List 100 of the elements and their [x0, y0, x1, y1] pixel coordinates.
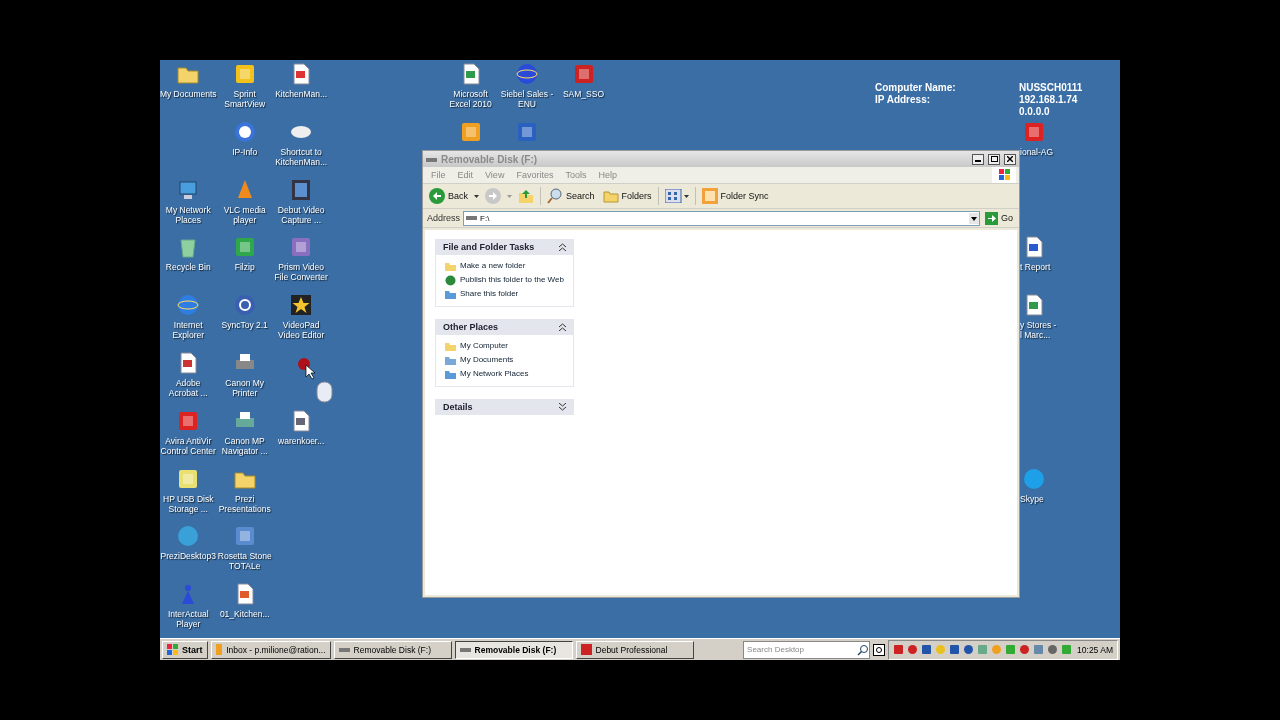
icon-label[interactable]: HP USB Disk Storage ... [163, 493, 214, 514]
folders-button[interactable]: Folders [600, 188, 654, 204]
task-link[interactable]: Make a new folder [445, 261, 565, 272]
sync-app-icon [701, 188, 718, 204]
views-icon [664, 189, 689, 203]
dropdown-icon[interactable] [969, 212, 979, 224]
close-button[interactable] [1004, 153, 1016, 165]
back-button[interactable]: Back [427, 187, 470, 205]
task-pane-header[interactable]: Details [435, 399, 574, 415]
views-button[interactable] [662, 188, 691, 204]
start-button[interactable]: Start [162, 640, 208, 659]
icon-label[interactable]: My Documents [160, 89, 217, 99]
task-link[interactable]: My Network Places [445, 369, 565, 380]
icon-label[interactable]: Canon My Printer [225, 378, 265, 398]
tray-icon[interactable] [1061, 644, 1073, 655]
icon-label[interactable]: Avira AntiVir Control Center [160, 435, 216, 456]
place-icon [445, 341, 456, 352]
menu-item[interactable]: Edit [452, 170, 479, 180]
task-link[interactable]: Share this folder [445, 289, 565, 300]
help-icon[interactable] [873, 643, 886, 656]
windows-flag-icon [992, 167, 1016, 183]
icon-label[interactable]: Siebel Sales - ENU [500, 89, 554, 109]
globe-icon [176, 293, 201, 318]
tray-icon[interactable] [963, 644, 975, 655]
icon-label[interactable]: 01_Kitchen... [219, 609, 270, 620]
icon-label[interactable]: VideoPad Video Editor [278, 320, 325, 341]
icon-label[interactable]: Prezi Presentations [218, 493, 271, 514]
search-icon[interactable] [857, 643, 870, 656]
folder-sync-button[interactable]: Folder Sync [699, 187, 771, 205]
circle-icon [176, 524, 201, 549]
taskbar-button[interactable]: Debut Professional [575, 640, 694, 659]
place-icon [445, 355, 456, 366]
icon-label[interactable]: My Network Places [165, 204, 211, 225]
windows-flag-icon [167, 644, 179, 655]
tray-icon[interactable] [1047, 644, 1059, 655]
task-icon [445, 261, 456, 272]
caret-icon[interactable] [474, 194, 479, 198]
help-icon [232, 119, 257, 144]
collapse-icon [559, 243, 566, 251]
drive-icon [466, 215, 478, 221]
search-button[interactable]: Search [545, 187, 597, 205]
expand-icon [559, 403, 566, 411]
globe-icon [515, 62, 540, 86]
icon-label[interactable]: SyncToy 2.1 [221, 320, 268, 331]
tray-icon[interactable] [1033, 644, 1045, 655]
icon-label[interactable]: Shortcut to KitchenMan... [275, 146, 328, 167]
icon-label[interactable]: VLC media player [223, 204, 266, 225]
folder-up-icon [518, 188, 534, 204]
go-arrow-icon [985, 211, 998, 225]
icon-label[interactable]: Internet Explorer [172, 320, 205, 341]
tray-icon[interactable] [921, 644, 933, 655]
icon-label[interactable]: Filzip [234, 262, 255, 273]
search-icon [547, 188, 563, 204]
maximize-button[interactable] [988, 153, 1000, 165]
icon-label[interactable]: PreziDesktop3 [160, 551, 216, 562]
minimize-button[interactable] [972, 153, 984, 165]
clock: 10:25 AM [1077, 644, 1113, 655]
taskbar-button[interactable]: Removable Disk (F:) [333, 640, 452, 659]
tray-icon[interactable] [1005, 644, 1017, 655]
icon-label[interactable]: y Stores - l Marc... [1020, 320, 1057, 341]
info-value: 192.168.1.74 [1019, 94, 1079, 106]
up-button[interactable] [516, 187, 536, 205]
icon-label[interactable]: KitchenMan... [275, 89, 328, 99]
task-link[interactable]: Publish this folder to the Web [445, 275, 565, 286]
icon-label[interactable]: Adobe Acrobat ... [168, 378, 208, 398]
menu-item[interactable]: File [426, 170, 451, 180]
icon-label[interactable]: Recycle Bin [165, 262, 211, 273]
tray-icon[interactable] [949, 644, 961, 655]
icon-label[interactable]: Skype [1020, 493, 1044, 504]
task-pane-header[interactable]: File and Folder Tasks [435, 239, 574, 255]
icon-label[interactable]: warenkoer... [278, 435, 325, 446]
icon-label[interactable]: Rosetta Stone TOTALe [217, 551, 272, 572]
icon-label[interactable]: SAM_SSO [562, 89, 605, 99]
search-field[interactable]: Search Desktop [743, 640, 871, 659]
task-link[interactable]: My Computer [445, 341, 565, 352]
icon-label[interactable]: IP-Info [232, 146, 258, 157]
icon-label[interactable]: Debut Video Capture ... [277, 204, 325, 225]
icon-label[interactable]: Prism Video File Converter [274, 262, 328, 283]
menu-item[interactable]: Help [593, 170, 622, 180]
icon-label[interactable]: ional-AG [1020, 146, 1054, 157]
icon-label[interactable]: Canon MP Navigator ... [221, 435, 268, 456]
tray-icon[interactable] [1019, 644, 1031, 655]
collapse-icon [559, 323, 566, 331]
go-button[interactable]: Go [983, 210, 1015, 226]
tray-icon[interactable] [893, 644, 905, 655]
icon-label[interactable]: InterActual Player [167, 609, 209, 630]
icon-label[interactable]: Sprint SmartView [224, 89, 266, 109]
task-link[interactable]: My Documents [445, 355, 565, 366]
address-field[interactable]: F:\ [463, 210, 980, 226]
icon-label[interactable]: t Report [1020, 262, 1051, 273]
tray-icon[interactable] [907, 644, 919, 655]
menu-item[interactable]: View [480, 170, 510, 180]
task-pane-header[interactable]: Other Places [435, 319, 574, 335]
info-label: Computer Name: [875, 82, 957, 94]
taskbar-button[interactable]: Inbox - p.milione@ration... [210, 640, 331, 659]
menu-item[interactable]: Favorites [511, 170, 559, 180]
menu-item[interactable]: Tools [560, 170, 592, 180]
taskbar-button[interactable]: Removable Disk (F:) [454, 640, 573, 659]
info-label: IP Address: [875, 94, 932, 106]
icon-label[interactable]: Microsoft Excel 2010 [449, 89, 492, 109]
